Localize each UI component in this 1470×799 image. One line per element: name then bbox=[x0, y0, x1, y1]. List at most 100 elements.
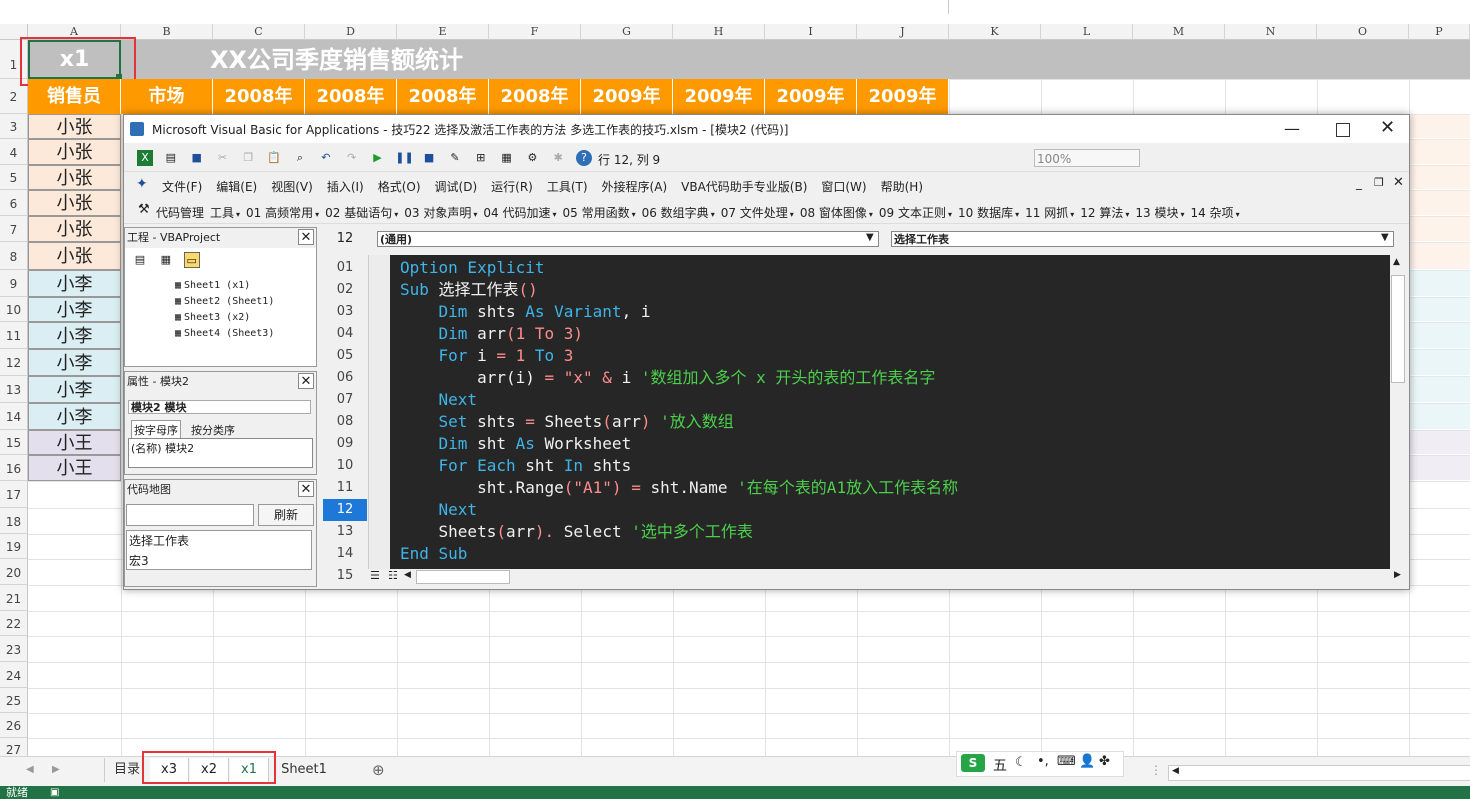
next-sheet-icon[interactable]: ▶ bbox=[52, 764, 60, 775]
line-number[interactable]: 12 bbox=[323, 499, 367, 521]
tab-split-handle[interactable]: ⋮ bbox=[1150, 763, 1162, 777]
addin-menu-item[interactable]: 02 基础语句 bbox=[325, 206, 392, 220]
full-module-view-icon[interactable]: ☷ bbox=[388, 569, 398, 582]
macro-record-icon[interactable]: ▣ bbox=[50, 786, 59, 799]
sogou-ime-icon[interactable]: S bbox=[961, 754, 985, 772]
addin-menu-item[interactable]: 01 高频常用 bbox=[246, 206, 313, 220]
close-project-pane-button[interactable]: ✕ bbox=[298, 229, 314, 245]
addin-menu-item[interactable]: 11 网抓 bbox=[1025, 206, 1068, 220]
toggle-folders-icon[interactable]: ▭ bbox=[183, 252, 200, 268]
excel-icon[interactable]: X bbox=[137, 150, 153, 166]
codemap-search-input[interactable] bbox=[126, 504, 254, 526]
mdi-minimize-button[interactable]: _ bbox=[1356, 176, 1362, 190]
procedure-combo-arrow-icon[interactable]: ▼ bbox=[1381, 232, 1389, 243]
column-header[interactable]: I bbox=[765, 24, 857, 40]
row-header[interactable]: 12 bbox=[0, 349, 28, 376]
menu-item[interactable]: 调试(D) bbox=[435, 178, 478, 195]
addin-menu-item[interactable]: 05 常用函数 bbox=[562, 206, 629, 220]
code-line[interactable]: Set shts = Sheets(arr) '放入数组 bbox=[400, 411, 734, 433]
salesperson-cell[interactable]: 小张 bbox=[28, 216, 121, 242]
scroll-left-icon[interactable]: ◀ bbox=[404, 570, 411, 580]
break-icon[interactable]: ❚❚ bbox=[395, 150, 413, 166]
row-header[interactable]: 10 bbox=[0, 297, 28, 322]
salesperson-cell[interactable]: 小李 bbox=[28, 270, 121, 297]
paste-icon[interactable]: 📋 bbox=[266, 150, 282, 166]
row-header[interactable]: 14 bbox=[0, 403, 28, 430]
ime-mode[interactable]: 五 bbox=[993, 755, 1007, 775]
row-header[interactable]: 23 bbox=[0, 636, 28, 662]
row-header[interactable]: 24 bbox=[0, 662, 28, 688]
row-header[interactable]: 13 bbox=[0, 376, 28, 403]
row-header[interactable]: 8 bbox=[0, 242, 28, 270]
row-header[interactable]: 7 bbox=[0, 216, 28, 242]
sheet-tab[interactable]: 目录 bbox=[104, 758, 149, 782]
line-number[interactable]: 13 bbox=[323, 521, 367, 543]
header-cell[interactable]: 销售员 bbox=[28, 79, 121, 114]
code-line[interactable]: Dim arr(1 To 3) bbox=[400, 323, 584, 345]
sheet-horizontal-scrollbar[interactable]: ◀ bbox=[1168, 765, 1470, 781]
tools-icon[interactable]: ✤ bbox=[1099, 754, 1110, 769]
addin-menu-item[interactable]: 04 代码加速 bbox=[483, 206, 550, 220]
addin-menu-item[interactable]: 03 对象声明 bbox=[404, 206, 471, 220]
code-line[interactable]: Next bbox=[400, 389, 478, 411]
code-line[interactable]: For i = 1 To 3 bbox=[400, 345, 574, 367]
menu-item[interactable]: 文件(F) bbox=[162, 178, 202, 195]
column-header[interactable]: E bbox=[397, 24, 489, 40]
scroll-up-icon[interactable]: ▲ bbox=[1393, 257, 1400, 267]
code-line[interactable]: Sub 选择工作表() bbox=[400, 279, 538, 301]
column-header[interactable]: O bbox=[1317, 24, 1409, 40]
undo-icon[interactable]: ↶ bbox=[318, 150, 334, 166]
column-header[interactable]: P bbox=[1409, 24, 1470, 40]
scroll-right-icon[interactable]: ▶ bbox=[1394, 570, 1401, 580]
project-tree-item[interactable]: ▦ Sheet2 (Sheet1) bbox=[175, 294, 274, 310]
code-area[interactable]: Option Explicit Sub 选择工作表() Dim shts As V… bbox=[390, 255, 1390, 569]
project-tree-item[interactable]: ▦ Sheet1 (x1) bbox=[175, 278, 274, 294]
header-cell[interactable]: 2009年 bbox=[765, 79, 857, 114]
view-object-icon[interactable]: ▦ bbox=[158, 252, 174, 268]
menu-item[interactable]: 窗口(W) bbox=[821, 178, 866, 195]
addin-menu-item[interactable]: 10 数据库 bbox=[958, 206, 1013, 220]
redo-icon[interactable]: ↷ bbox=[344, 150, 360, 166]
row-header[interactable]: 25 bbox=[0, 688, 28, 713]
add-sheet-icon[interactable]: ⊕ bbox=[372, 761, 385, 779]
close-properties-pane-button[interactable]: ✕ bbox=[298, 373, 314, 389]
row-header[interactable]: 26 bbox=[0, 713, 28, 738]
minimize-button[interactable]: — bbox=[1284, 119, 1300, 138]
column-header[interactable]: F bbox=[489, 24, 581, 40]
view-code-icon[interactable]: ▤ bbox=[132, 252, 148, 268]
menu-item[interactable]: VBA代码助手专业版(B) bbox=[681, 178, 807, 195]
ime-toolbar[interactable]: S 五 ☾ •, ⌨ 👤 ✤ bbox=[956, 751, 1124, 777]
object-combo-arrow-icon[interactable]: ▼ bbox=[866, 232, 874, 243]
salesperson-cell[interactable]: 小王 bbox=[28, 455, 121, 481]
menu-item[interactable]: 视图(V) bbox=[271, 178, 313, 195]
row-header[interactable]: 3 bbox=[0, 114, 28, 139]
sheet-scroll-left-icon[interactable]: ◀ bbox=[1172, 766, 1179, 776]
row-header[interactable]: 5 bbox=[0, 165, 28, 190]
tab-alphabetic[interactable]: 按字母序 bbox=[131, 420, 181, 439]
keyboard-icon[interactable]: ⌨ bbox=[1057, 754, 1076, 769]
column-header[interactable]: H bbox=[673, 24, 765, 40]
menu-item[interactable]: 格式(O) bbox=[378, 178, 421, 195]
code-line[interactable]: Dim shts As Variant, i bbox=[400, 301, 651, 323]
scroll-thumb[interactable] bbox=[1391, 275, 1405, 383]
column-header[interactable]: G bbox=[581, 24, 673, 40]
column-header[interactable]: J bbox=[857, 24, 949, 40]
header-cell[interactable]: 2008年 bbox=[397, 79, 489, 114]
column-header[interactable]: N bbox=[1225, 24, 1317, 40]
project-tree-item[interactable]: ▦ Sheet3 (x2) bbox=[175, 310, 274, 326]
column-header[interactable]: C bbox=[213, 24, 305, 40]
copy-icon[interactable]: ❐ bbox=[240, 150, 256, 166]
header-cell[interactable]: 2009年 bbox=[581, 79, 673, 114]
row-header[interactable]: 11 bbox=[0, 322, 28, 349]
salesperson-cell[interactable]: 小李 bbox=[28, 297, 121, 322]
code-line[interactable]: sht.Range("A1") = sht.Name '在每个表的A1放入工作表… bbox=[400, 477, 958, 499]
procedure-view-icon[interactable]: ☰ bbox=[370, 569, 380, 582]
line-number[interactable]: 07 bbox=[323, 389, 367, 411]
vba-editor-window[interactable]: Microsoft Visual Basic for Applications … bbox=[123, 114, 1410, 590]
header-cell[interactable]: 2009年 bbox=[857, 79, 949, 114]
sheet-tab[interactable]: x3 bbox=[150, 758, 189, 782]
row-header[interactable]: 15 bbox=[0, 430, 28, 455]
code-line[interactable]: Option Explicit bbox=[400, 257, 545, 279]
header-cell[interactable]: 2008年 bbox=[213, 79, 305, 114]
column-header[interactable]: K bbox=[949, 24, 1041, 40]
